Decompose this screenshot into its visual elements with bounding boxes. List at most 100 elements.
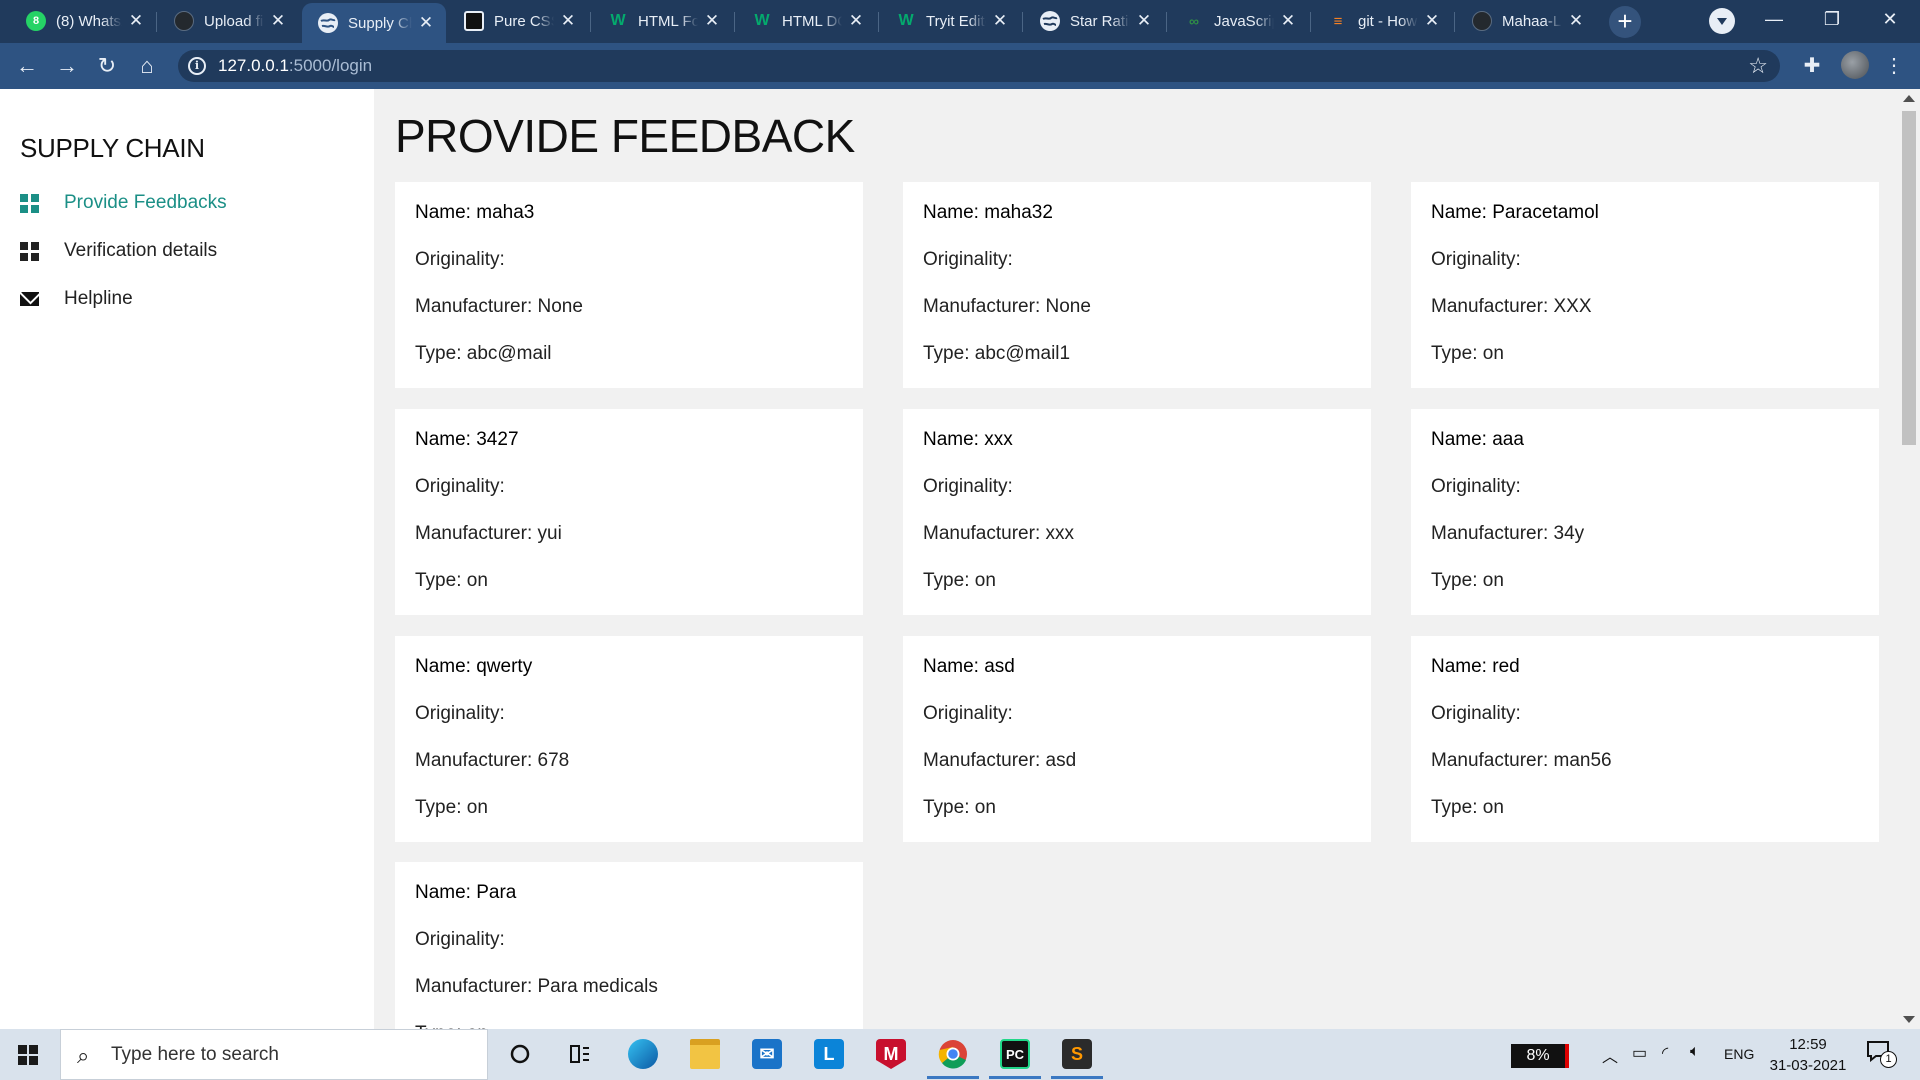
task-view-icon[interactable] [560,1036,600,1072]
card-originality: Originality: [923,476,1013,497]
close-tab-icon[interactable]: ✕ [848,11,864,31]
page-scrollbar[interactable] [1898,89,1920,1029]
scroll-up-arrow-icon[interactable] [1903,95,1915,102]
close-tab-icon[interactable]: ✕ [418,13,434,33]
tab-javascript[interactable]: ∞ JavaScript ✕ [1168,2,1308,40]
tab-mahaa-la[interactable]: Mahaa-La ✕ [1456,2,1596,40]
main-content: PROVIDE FEEDBACK Name: maha3 Originality… [374,89,1898,1029]
w3schools-icon: W [610,12,626,29]
tab-html-dom[interactable]: W HTML DOM ✕ [736,2,876,40]
tab-title: Pure CSS [494,12,554,30]
tab-upload-files[interactable]: Upload files ✕ [158,2,298,40]
url-text[interactable]: 127.0.0.1:5000/login [218,56,372,76]
close-tab-icon[interactable]: ✕ [1568,11,1584,31]
edge-browser-icon[interactable] [623,1036,663,1072]
card-type: Type: on [1431,343,1504,364]
minimize-icon[interactable]: — [1746,0,1802,40]
battery-indicator[interactable]: 8% [1511,1044,1569,1068]
pycharm-icon[interactable]: PC [989,1036,1041,1079]
close-tab-icon[interactable]: ✕ [270,11,286,31]
system-clock[interactable]: 12:59 31-03-2021 [1766,1034,1850,1076]
mail-icon[interactable]: ✉ [747,1036,787,1072]
feedback-card[interactable]: Name: xxx Originality: Manufacturer: xxx… [903,409,1371,615]
sidebar-item-verification-details[interactable]: Verification details [20,235,217,267]
close-tab-icon[interactable]: ✕ [1136,11,1152,31]
reload-icon[interactable]: ↻ [92,51,122,81]
tab-title: HTML Forms [638,12,698,30]
sublime-text-icon[interactable]: S [1051,1036,1103,1079]
extensions-puzzle-icon[interactable]: ✚ [1798,52,1826,80]
search-placeholder: Type here to search [111,1044,279,1065]
tab-tryit-editor[interactable]: W Tryit Editor ✕ [880,2,1020,40]
github-icon [1472,11,1492,31]
card-type: Type: on [923,797,996,818]
clock-date: 31-03-2021 [1769,1057,1847,1074]
battery-tray-icon[interactable]: ▭ [1632,1043,1647,1063]
windows-start-icon[interactable] [18,1045,38,1065]
restore-icon[interactable]: ❐ [1804,0,1860,40]
close-tab-icon[interactable]: ✕ [560,11,576,31]
close-tab-icon[interactable]: ✕ [992,11,1008,31]
gfg-icon: ∞ [1189,13,1199,29]
address-bar[interactable]: i 127.0.0.1:5000/login ☆ [178,50,1780,82]
show-hidden-icons-chevron-icon[interactable]: ︿ [1602,1043,1618,1067]
feedback-card[interactable]: Name: aaa Originality: Manufacturer: 34y… [1411,409,1879,615]
sidebar-item-provide-feedbacks[interactable]: Provide Feedbacks [20,187,227,219]
l-app-icon[interactable]: L [809,1036,849,1072]
back-arrow-icon[interactable]: ← [12,51,42,81]
action-center-icon[interactable]: 1 [1866,1040,1897,1068]
close-tab-icon[interactable]: ✕ [1424,11,1440,31]
close-tab-icon[interactable]: ✕ [128,11,144,31]
feedback-card[interactable]: Name: maha3 Originality: Manufacturer: N… [395,182,863,388]
scroll-down-arrow-icon[interactable] [1903,1016,1915,1023]
feedback-card[interactable]: Name: qwerty Originality: Manufacturer: … [395,636,863,842]
card-manufacturer: Manufacturer: XXX [1431,296,1592,317]
volume-icon[interactable]: 🔈︎ [1690,1043,1700,1061]
tab-separator [1022,12,1023,32]
w3schools-icon: W [898,12,914,29]
sidebar-item-label: Provide Feedbacks [64,192,227,213]
card-manufacturer: Manufacturer: 678 [415,750,570,771]
tab-search-icon[interactable] [1709,8,1735,34]
cortana-icon[interactable] [500,1036,540,1072]
tab-pure-css[interactable]: Pure CSS ✕ [448,2,588,40]
forward-arrow-icon[interactable]: → [52,51,82,81]
sidebar-item-helpline[interactable]: Helpline [20,283,133,315]
taskbar-search-box[interactable]: ⌕ Type here to search [60,1029,488,1080]
card-name: Name: qwerty [415,656,533,677]
feedback-card[interactable]: Name: red Originality: Manufacturer: man… [1411,636,1879,842]
tab-git-how[interactable]: ≡ git - How ✕ [1312,2,1452,40]
site-info-icon[interactable]: i [188,57,206,75]
tab-whatsapp[interactable]: 8 (8) WhatsApp ✕ [10,2,156,40]
card-originality: Originality: [1431,476,1521,497]
home-icon[interactable]: ⌂ [132,51,162,81]
close-window-icon[interactable]: ✕ [1862,0,1918,40]
tab-title: (8) WhatsApp [56,12,122,30]
browser-menu-icon[interactable]: ⋮ [1880,52,1908,80]
mcafee-icon[interactable]: M [871,1036,911,1072]
feedback-card[interactable]: Name: asd Originality: Manufacturer: asd… [903,636,1371,842]
close-tab-icon[interactable]: ✕ [1280,11,1296,31]
tab-html-forms[interactable]: W HTML Forms ✕ [592,2,732,40]
tab-supply-chain[interactable]: Supply Chain ✕ [302,3,446,43]
envelope-icon [20,292,44,306]
tab-separator [156,12,157,32]
github-icon [174,11,194,31]
tab-star-rating[interactable]: Star Rating ✕ [1024,2,1164,40]
chrome-icon[interactable] [927,1036,979,1079]
bookmark-star-icon[interactable]: ☆ [1748,53,1768,79]
stackoverflow-icon: ≡ [1333,12,1343,30]
file-explorer-icon[interactable] [685,1036,725,1072]
wifi-icon[interactable]: ◜ [1662,1043,1668,1063]
feedback-card[interactable]: Name: 3427 Originality: Manufacturer: yu… [395,409,863,615]
tab-separator [1310,12,1311,32]
input-language[interactable]: ENG [1724,1046,1754,1062]
scrollbar-thumb[interactable] [1902,111,1916,445]
feedback-card[interactable]: Name: Para Originality: Manufacturer: Pa… [395,862,863,1029]
card-manufacturer: Manufacturer: 34y [1431,523,1585,544]
close-tab-icon[interactable]: ✕ [704,11,720,31]
profile-avatar[interactable] [1841,51,1869,79]
new-tab-button[interactable]: + [1609,6,1641,38]
feedback-card[interactable]: Name: Paracetamol Originality: Manufactu… [1411,182,1879,388]
feedback-card[interactable]: Name: maha32 Originality: Manufacturer: … [903,182,1371,388]
